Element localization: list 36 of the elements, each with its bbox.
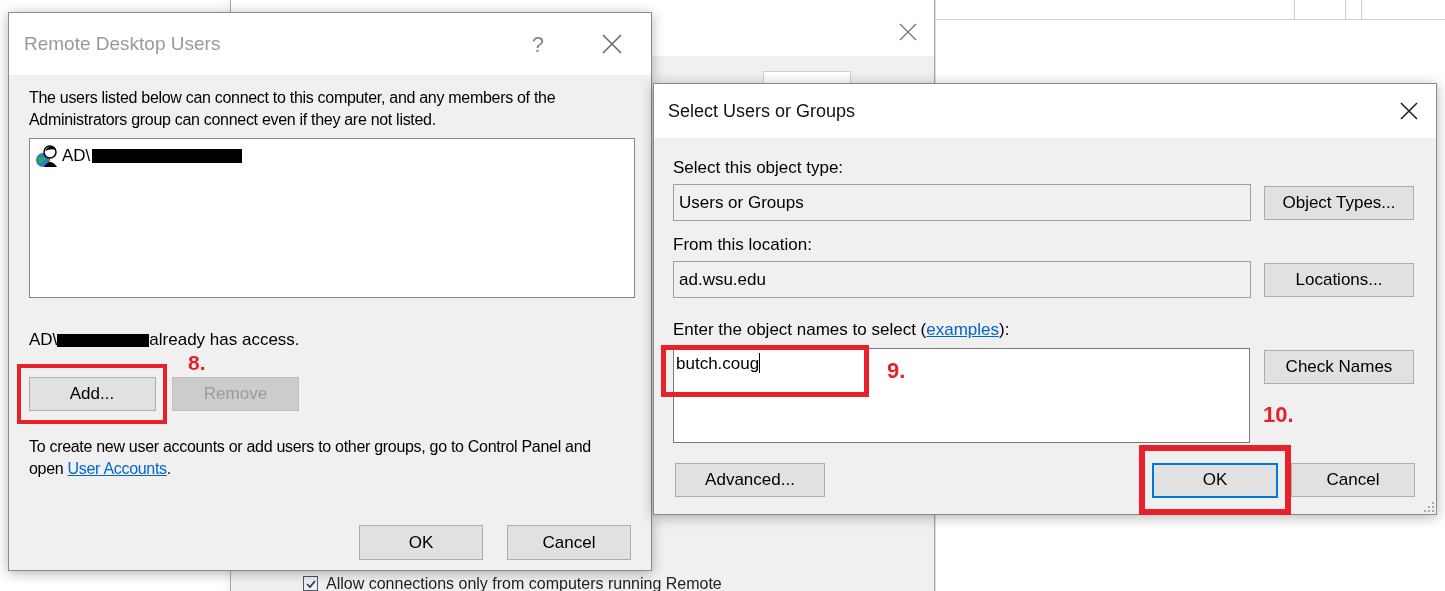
user-icon: [34, 143, 60, 169]
dialog-button[interactable]: Cancel: [507, 525, 631, 560]
checkbox[interactable]: [303, 576, 318, 591]
dialog-button[interactable]: Locations...: [1264, 262, 1414, 297]
close-icon[interactable]: [1400, 102, 1418, 120]
advanced-button[interactable]: Advanced...: [675, 463, 825, 497]
dialog-button[interactable]: Object Types...: [1264, 185, 1414, 220]
user-list[interactable]: AD\: [29, 138, 635, 298]
dialog-button[interactable]: Add...: [28, 377, 156, 411]
window-title: Remote Desktop Users: [24, 31, 221, 56]
step-number: 8.: [188, 351, 206, 375]
field-label: Enter the object names to select (examples):: [673, 320, 1011, 340]
field-label: Select this object type:: [673, 158, 845, 178]
text-field[interactable]: ad.wsu.edu: [673, 261, 1251, 298]
text-field[interactable]: Users or Groups: [673, 184, 1251, 221]
step-number: 10.: [1263, 402, 1294, 428]
description-text: The users listed below can connect to this computer, and any members of the Administrators group can connect even if they are not listed.: [29, 88, 557, 130]
cancel-button[interactable]: Cancel: [1291, 463, 1415, 497]
text-cursor: [759, 353, 761, 373]
user-list-item[interactable]: AD\: [34, 143, 630, 169]
access-note-text: AD\: [29, 330, 58, 350]
access-note-text: already has access.: [149, 330, 300, 350]
dialog-button[interactable]: OK: [359, 525, 483, 560]
info-text: To create new user accounts or add users to other groups, go to Control Panel and open User Accounts.: [29, 437, 592, 479]
names-field[interactable]: [673, 348, 1250, 443]
names-value[interactable]: butch.coug: [676, 353, 760, 375]
field-label: From this location:: [673, 235, 813, 255]
window-title: Select Users or Groups: [668, 99, 856, 123]
check-names-button[interactable]: Check Names: [1264, 350, 1414, 384]
user-accounts-link[interactable]: User Accounts: [67, 460, 167, 477]
ok-button[interactable]: OK: [1152, 462, 1278, 498]
step-number: 9.: [887, 358, 906, 384]
resize-grip-icon[interactable]: [1424, 502, 1434, 512]
user-name: AD\: [62, 146, 91, 166]
examples-link[interactable]: examples: [926, 320, 999, 339]
help-button[interactable]: ?: [531, 27, 544, 61]
